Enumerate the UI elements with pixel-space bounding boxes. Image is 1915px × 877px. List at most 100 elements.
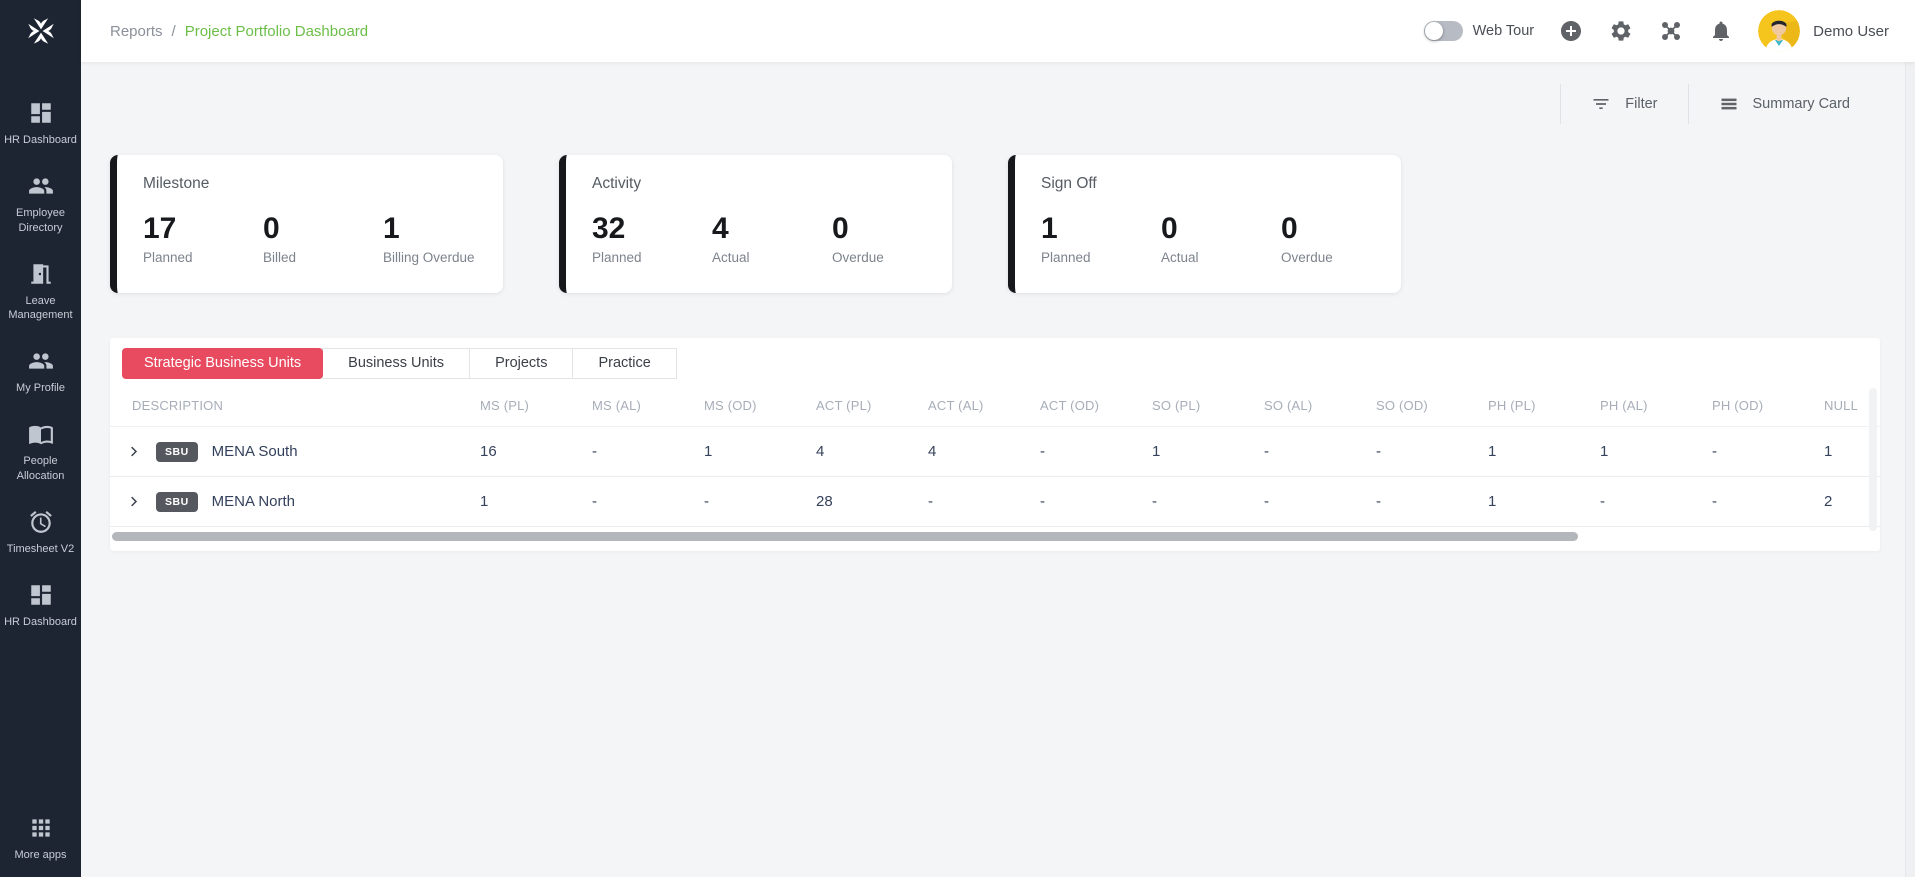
column-header[interactable]: SO (OD) xyxy=(1376,398,1488,413)
sidebar-item-label: HR Dashboard xyxy=(4,133,77,148)
sidebar-item-my-profile[interactable]: My Profile xyxy=(0,344,81,400)
sidebar-item-leave-management[interactable]: Leave Management xyxy=(0,257,81,328)
people-icon xyxy=(28,348,54,374)
stat-value: 0 xyxy=(832,214,952,244)
horizontal-scrollbar[interactable] xyxy=(112,532,1878,541)
column-header[interactable]: ACT (OD) xyxy=(1040,398,1152,413)
tab-bar: Strategic Business Units Business Units … xyxy=(110,338,1880,385)
gear-icon xyxy=(1609,19,1633,43)
stat-value: 32 xyxy=(592,214,712,244)
column-header[interactable]: MS (PL) xyxy=(480,398,592,413)
column-header[interactable]: MS (AL) xyxy=(592,398,704,413)
description-cell: SBU MENA South xyxy=(110,441,480,463)
stat: 0 Overdue xyxy=(832,214,952,265)
add-button[interactable] xyxy=(1558,18,1584,44)
tab-practice[interactable]: Practice xyxy=(572,348,676,379)
column-header-description[interactable]: DESCRIPTION xyxy=(110,398,480,413)
chevron-right-icon xyxy=(126,444,141,459)
column-header[interactable]: SO (AL) xyxy=(1264,398,1376,413)
page-content: Filter Summary Card Milestone 17 Planned… xyxy=(81,62,1915,877)
tab-projects[interactable]: Projects xyxy=(469,348,573,379)
summary-card-button[interactable]: Summary Card xyxy=(1689,94,1881,114)
web-tour-toggle[interactable]: Web Tour xyxy=(1424,21,1535,41)
dashboard-icon xyxy=(28,582,54,608)
horizontal-scrollbar-thumb[interactable] xyxy=(112,532,1578,541)
sidebar-nav: HR Dashboard Employee Directory Leave Ma… xyxy=(0,62,81,877)
stat-label: Billing Overdue xyxy=(383,250,503,265)
cell-value: - xyxy=(592,443,704,460)
sidebar-item-label: My Profile xyxy=(16,381,65,396)
stat-label: Planned xyxy=(592,250,712,265)
cell-value: 1 xyxy=(1488,493,1600,510)
column-header[interactable]: PH (OD) xyxy=(1712,398,1824,413)
summary-card-milestone: Milestone 17 Planned 0 Billed 1 Billing … xyxy=(110,155,503,293)
stat-label: Actual xyxy=(1161,250,1281,265)
cell-value: - xyxy=(1264,443,1376,460)
column-header[interactable]: PH (PL) xyxy=(1488,398,1600,413)
stat: 0 Actual xyxy=(1161,214,1281,265)
card-title: Milestone xyxy=(143,175,503,193)
sidebar-item-timesheet-v2[interactable]: Timesheet V2 xyxy=(0,505,81,561)
nodes-icon xyxy=(1659,19,1683,43)
sidebar-item-hr-dashboard-2[interactable]: HR Dashboard xyxy=(0,578,81,634)
stat: 0 Billed xyxy=(263,214,383,265)
cell-value: 28 xyxy=(816,493,928,510)
expand-row-button[interactable] xyxy=(122,491,144,513)
cell-value: 16 xyxy=(480,443,592,460)
column-header[interactable]: ACT (AL) xyxy=(928,398,1040,413)
stat: 32 Planned xyxy=(592,214,712,265)
breadcrumb: Reports / Project Portfolio Dashboard xyxy=(110,23,368,40)
sidebar-item-people-allocation[interactable]: People Allocation xyxy=(0,417,81,488)
column-header[interactable]: MS (OD) xyxy=(704,398,816,413)
notifications-button[interactable] xyxy=(1708,18,1734,44)
integrations-button[interactable] xyxy=(1658,18,1684,44)
cell-value: - xyxy=(928,493,1040,510)
stat-label: Planned xyxy=(1041,250,1161,265)
stat-value: 0 xyxy=(263,214,383,244)
cell-value: 1 xyxy=(704,443,816,460)
stat: 17 Planned xyxy=(143,214,263,265)
stat-label: Overdue xyxy=(1281,250,1401,265)
vertical-scrollbar[interactable] xyxy=(1869,388,1877,531)
cell-value: - xyxy=(1152,493,1264,510)
table-header-row: DESCRIPTION MS (PL)MS (AL)MS (OD)ACT (PL… xyxy=(110,385,1880,427)
cell-value: - xyxy=(1376,443,1488,460)
cell-value: - xyxy=(704,493,816,510)
bell-icon xyxy=(1709,19,1733,43)
web-tour-label: Web Tour xyxy=(1473,23,1535,39)
filter-button[interactable]: Filter xyxy=(1561,94,1687,114)
table-inner: DESCRIPTION MS (PL)MS (AL)MS (OD)ACT (PL… xyxy=(110,385,1880,527)
column-header[interactable]: ACT (PL) xyxy=(816,398,928,413)
stat-label: Overdue xyxy=(832,250,952,265)
table-row[interactable]: SBU MENA South 16-144-1--11-1 xyxy=(110,427,1880,477)
plus-circle-icon xyxy=(1559,19,1583,43)
sidebar-item-more-apps[interactable]: More apps xyxy=(0,811,81,877)
toggle-knob[interactable] xyxy=(1425,22,1443,40)
tab-business-units[interactable]: Business Units xyxy=(322,348,470,379)
table-row[interactable]: SBU MENA North 1--28-----1--2 xyxy=(110,477,1880,527)
data-panel: Strategic Business Units Business Units … xyxy=(110,338,1880,551)
column-header[interactable]: SO (PL) xyxy=(1152,398,1264,413)
sidebar-item-employee-directory[interactable]: Employee Directory xyxy=(0,169,81,240)
window-scrollbar[interactable] xyxy=(1905,0,1915,877)
settings-button[interactable] xyxy=(1608,18,1634,44)
description-cell: SBU MENA North xyxy=(110,491,480,513)
stat-label: Actual xyxy=(712,250,832,265)
breadcrumb-reports-link[interactable]: Reports xyxy=(110,23,163,40)
summary-card-label: Summary Card xyxy=(1753,96,1851,112)
stat: 1 Planned xyxy=(1041,214,1161,265)
avatar xyxy=(1758,10,1800,52)
cell-value: - xyxy=(1712,443,1824,460)
user-menu[interactable]: Demo User xyxy=(1758,10,1889,52)
sidebar-item-hr-dashboard[interactable]: HR Dashboard xyxy=(0,96,81,152)
cell-value: 1 xyxy=(1488,443,1600,460)
toggle-track[interactable] xyxy=(1424,21,1463,41)
column-header[interactable]: PH (AL) xyxy=(1600,398,1712,413)
expand-row-button[interactable] xyxy=(122,441,144,463)
app-logo[interactable] xyxy=(0,0,81,62)
topbar: Reports / Project Portfolio Dashboard We… xyxy=(81,0,1915,62)
tab-strategic-business-units[interactable]: Strategic Business Units xyxy=(122,348,323,379)
page-toolbar: Filter Summary Card xyxy=(110,84,1880,124)
book-icon xyxy=(28,421,54,447)
table: DESCRIPTION MS (PL)MS (AL)MS (OD)ACT (PL… xyxy=(110,385,1880,527)
